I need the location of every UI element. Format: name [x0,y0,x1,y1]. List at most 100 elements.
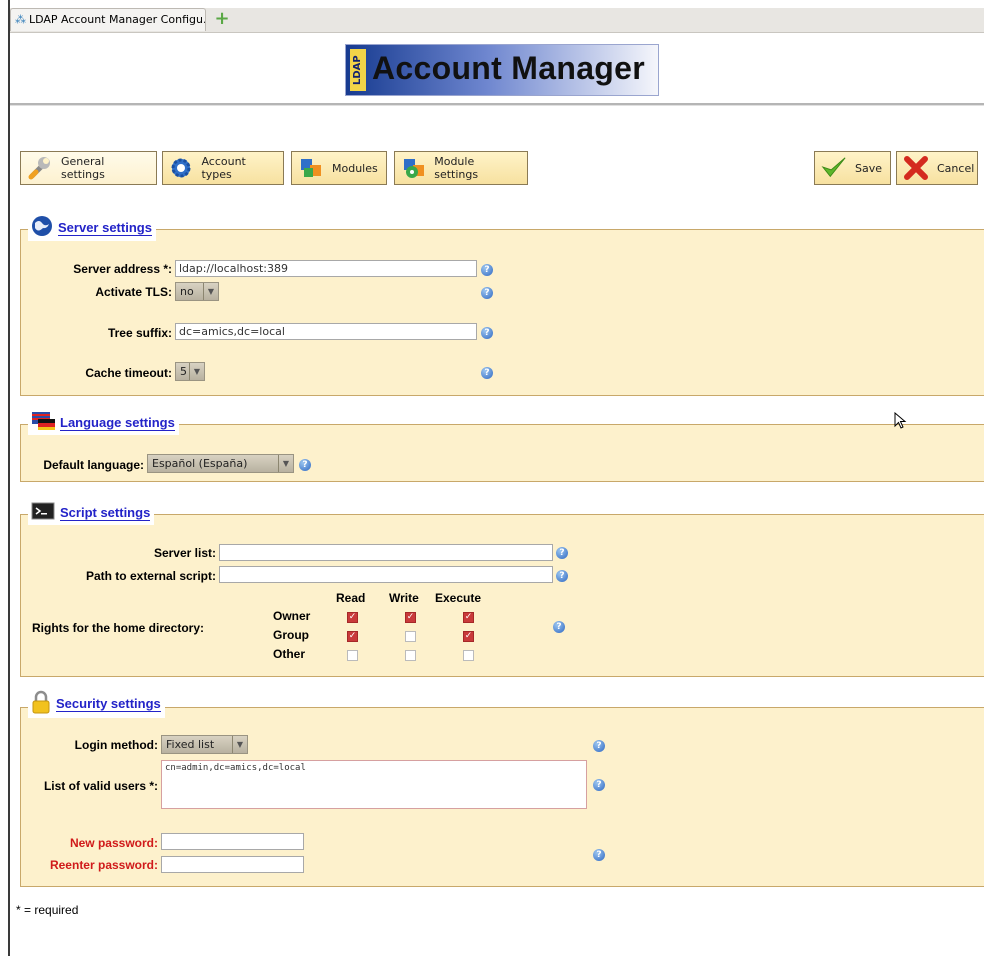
checkbox-other-write[interactable] [405,650,416,661]
module-settings-icon [401,155,426,181]
help-icon[interactable]: ? [593,779,605,791]
browser-tabbar: ⁂ LDAP Account Manager Configu... + [10,8,984,33]
general-settings-button[interactable]: General settings [20,151,157,185]
help-icon[interactable]: ? [481,287,493,299]
row-label-group: Group [273,628,309,642]
help-icon[interactable]: ? [593,849,605,861]
checkbox-group-write[interactable] [405,631,416,642]
browser-tab[interactable]: ⁂ LDAP Account Manager Configu... [10,8,206,31]
row-label-other: Other [273,647,306,661]
modules-button[interactable]: Modules [291,151,387,185]
required-note: * = required [16,903,79,917]
logo-ldap-badge: LDAP [350,49,366,91]
browser-tab-title: LDAP Account Manager Configu... [29,13,206,26]
chevron-down-icon: ▼ [189,363,204,380]
language-settings-legend: Language settings [28,410,179,435]
help-icon[interactable]: ? [481,327,493,339]
external-script-path-label: Path to external script: [85,569,216,583]
mouse-cursor-icon [894,412,907,429]
terminal-icon [30,500,56,525]
server-address-input[interactable]: ldap://localhost:389 [175,260,477,277]
reenter-password-label: Reenter password: [49,858,158,872]
wrench-icon [27,155,53,181]
modules-label: Modules [332,161,378,175]
module-settings-button[interactable]: Module settings [394,151,528,185]
chevron-down-icon: ▼ [278,455,293,472]
security-settings-title: Security settings [56,695,161,712]
cancel-button[interactable]: Cancel [896,151,978,185]
checkbox-group-execute[interactable]: ✓ [463,631,474,642]
column-header-write: Write [389,591,419,605]
activate-tls-select[interactable]: no ▼ [175,282,219,301]
cache-timeout-value: 5 [180,365,187,378]
login-method-select[interactable]: Fixed list ▼ [161,735,248,754]
language-settings-title: Language settings [60,414,175,431]
modules-icon [298,155,324,181]
lock-icon [30,689,52,718]
script-settings-panel [20,514,984,677]
column-header-execute: Execute [435,591,482,605]
reenter-password-input[interactable] [161,856,304,873]
home-directory-rights-label: Rights for the home directory: [32,621,205,635]
checkbox-other-execute[interactable] [463,650,474,661]
app-window: ⁂ LDAP Account Manager Configu... + LDAP … [8,0,984,956]
activate-tls-label: Activate TLS: [95,285,172,299]
default-language-select[interactable]: Español (España) ▼ [147,454,294,473]
gear-icon [169,155,193,181]
server-list-label: Server list: [153,546,216,560]
help-icon[interactable]: ? [553,621,565,633]
checkbox-owner-read[interactable]: ✓ [347,612,358,623]
checkmark-icon [821,155,847,181]
activate-tls-value: no [180,285,194,298]
save-label: Save [855,161,883,175]
tree-suffix-input[interactable]: dc=amics,dc=local [175,323,477,340]
module-settings-label: Module settings [434,155,479,181]
column-header-read: Read [336,591,366,605]
script-settings-title: Script settings [60,504,151,521]
server-settings-title: Server settings [58,219,152,236]
help-icon[interactable]: ? [556,547,568,559]
tree-suffix-label: Tree suffix: [107,326,172,340]
lam-logo: LDAP Account Manager [345,44,659,96]
checkbox-owner-execute[interactable]: ✓ [463,612,474,623]
flag-icon [30,410,56,435]
default-language-value: Español (España) [152,457,248,470]
security-settings-legend: Security settings [28,689,165,718]
help-icon[interactable]: ? [299,459,311,471]
script-settings-legend: Script settings [28,500,155,525]
row-label-owner: Owner [273,609,311,623]
help-icon[interactable]: ? [481,367,493,379]
account-types-button[interactable]: Account types [162,151,284,185]
cache-timeout-label: Cache timeout: [85,366,172,380]
lam-tab-icon: ⁂ [15,13,26,26]
default-language-label: Default language: [43,458,144,472]
valid-users-label: List of valid users *: [43,779,158,793]
cross-icon [903,155,929,181]
new-password-input[interactable] [161,833,304,850]
chevron-down-icon: ▼ [232,736,247,753]
header-divider [10,103,984,106]
external-script-path-input[interactable] [219,566,553,583]
cache-timeout-select[interactable]: 5 ▼ [175,362,205,381]
account-types-label: Account types [201,155,246,181]
chevron-down-icon: ▼ [203,283,218,300]
server-settings-legend: Server settings [28,214,156,241]
cancel-label: Cancel [937,161,975,175]
checkbox-other-read[interactable] [347,650,358,661]
help-icon[interactable]: ? [481,264,493,276]
new-tab-icon[interactable]: + [213,10,231,28]
general-settings-label: General settings [61,155,105,181]
new-password-label: New password: [69,836,158,850]
logo-title: Account Manager [372,50,645,86]
checkbox-group-read[interactable]: ✓ [347,631,358,642]
help-icon[interactable]: ? [593,740,605,752]
server-address-label: Server address *: [73,262,172,276]
server-list-input[interactable] [219,544,553,561]
save-button[interactable]: Save [814,151,891,185]
valid-users-textarea[interactable]: cn=admin,dc=amics,dc=local [161,760,587,809]
help-icon[interactable]: ? [556,570,568,582]
globe-icon [30,214,54,241]
checkbox-owner-write[interactable]: ✓ [405,612,416,623]
login-method-label: Login method: [74,738,158,752]
login-method-value: Fixed list [166,738,215,751]
